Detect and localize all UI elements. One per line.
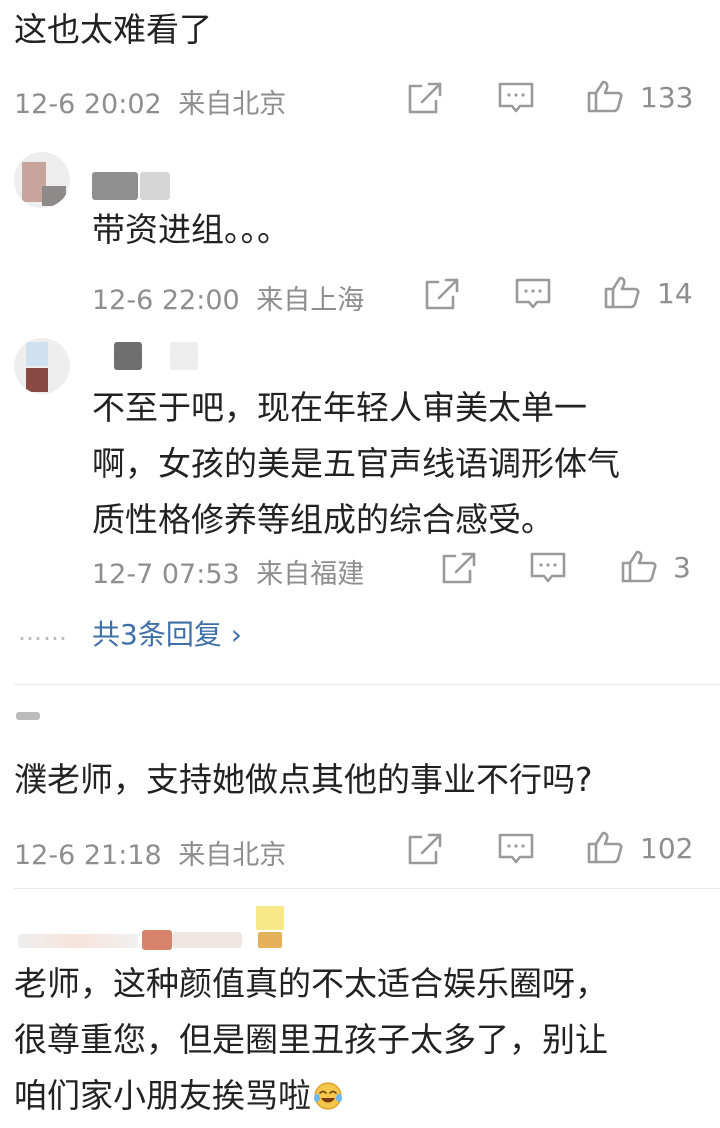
like-count: 102 <box>640 832 694 865</box>
comment-icon[interactable] <box>528 550 568 586</box>
share-icon[interactable] <box>421 276 461 312</box>
comment-meta: 12-6 22:00 来自上海 <box>92 278 364 317</box>
comment-text: 这也太难看了 <box>14 10 212 49</box>
comment-location: 来自上海 <box>256 285 365 316</box>
comment-location: 来自北京 <box>178 840 287 871</box>
comment-text-line: 啊，女孩的美是五官声线语调形体气 <box>92 444 620 483</box>
comment-text-line: 不至于吧，现在年轻人审美太单一 <box>92 388 587 427</box>
comment-date: 12-6 22:00 <box>92 285 240 316</box>
comment-icon[interactable] <box>513 276 553 312</box>
share-icon[interactable] <box>438 550 478 586</box>
view-replies-link[interactable]: 共3条回复 › <box>92 613 242 653</box>
username-redacted <box>172 932 242 948</box>
comment-meta: 12-7 07:53 来自福建 <box>92 552 364 591</box>
comment-location: 来自北京 <box>178 89 287 120</box>
comment-meta: 12-6 21:18 来自北京 <box>14 833 286 872</box>
username-redacted <box>16 712 40 720</box>
thumbs-up-icon[interactable] <box>620 548 660 584</box>
comment-text: 濮老师，支持她做点其他的事业不行吗? <box>14 760 593 799</box>
comment-text-line: 咱们家小朋友挨骂啦 <box>14 1076 311 1115</box>
like-count: 3 <box>673 551 691 584</box>
divider <box>14 684 720 685</box>
username-redacted <box>142 930 172 950</box>
replies-dots: …… <box>18 618 68 646</box>
username-redacted <box>114 342 142 370</box>
avatar[interactable] <box>14 152 70 208</box>
share-icon[interactable] <box>404 831 444 867</box>
share-icon[interactable] <box>404 80 444 116</box>
thumbs-up-icon[interactable] <box>603 274 643 310</box>
crying-laughing-emoji-icon <box>313 1072 343 1110</box>
comment-text-line: 很尊重您，但是圈里丑孩子太多了，别让 <box>14 1020 608 1059</box>
comment-text-line: 质性格修养等组成的综合感受。 <box>92 500 554 539</box>
comment-icon[interactable] <box>496 80 536 116</box>
divider <box>14 888 720 889</box>
username-redacted <box>92 172 138 200</box>
username-redacted <box>170 342 198 370</box>
username-redacted <box>140 172 170 200</box>
comment-date: 12-7 07:53 <box>92 559 240 590</box>
comment-text-line: 老师，这种颜值真的不太适合娱乐圈呀， <box>14 964 608 1003</box>
username-redacted <box>18 934 138 948</box>
like-count: 133 <box>640 81 694 114</box>
thumbs-up-icon[interactable] <box>586 78 626 114</box>
comment-text: 老师，这种颜值真的不太适合娱乐圈呀， 很尊重您，但是圈里丑孩子太多了，别让 咱们… <box>14 956 608 1124</box>
avatar[interactable] <box>14 338 70 394</box>
comment-date: 12-6 20:02 <box>14 89 162 120</box>
comment-location: 来自福建 <box>256 559 365 590</box>
comment-meta: 12-6 20:02 来自北京 <box>14 82 286 121</box>
comment-text: 带资进组。。。 <box>92 210 290 249</box>
comment-date: 12-6 21:18 <box>14 840 162 871</box>
like-count: 14 <box>657 277 693 310</box>
user-badge-icon <box>256 906 284 950</box>
comment-icon[interactable] <box>496 831 536 867</box>
thumbs-up-icon[interactable] <box>586 829 626 865</box>
comment-text: 不至于吧，现在年轻人审美太单一 啊，女孩的美是五官声线语调形体气 质性格修养等组… <box>92 380 620 548</box>
